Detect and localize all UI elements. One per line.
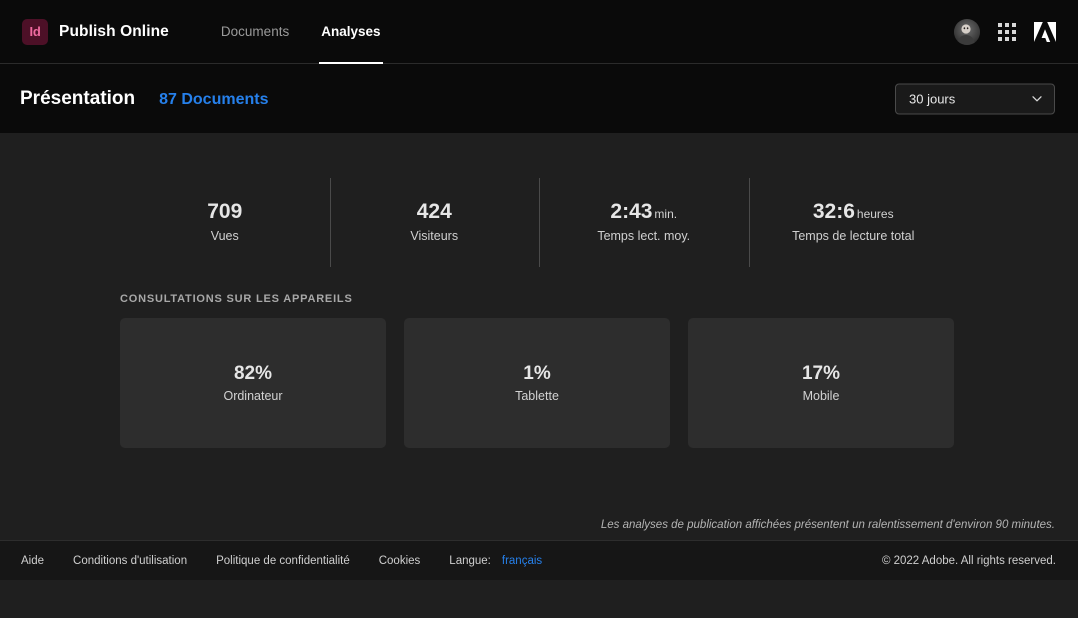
stat-views-number: 709 [207,200,243,223]
tab-documents-label: Documents [220,24,290,39]
tab-documents[interactable]: Documents [219,0,291,64]
grid-dot [1012,30,1016,34]
stat-avg-read-time: 2:43 min. Temps lect. moy. [539,178,749,268]
date-range-value: 30 jours [909,91,956,106]
devices-section-title: CONSULTATIONS SUR LES APPAREILS [120,293,353,306]
device-card-desktop-label: Ordinateur [223,388,283,403]
footer-links: Aide Conditions d'utilisation Politique … [21,555,542,567]
tab-analyses[interactable]: Analyses [319,0,383,64]
grid-dot [998,30,1002,34]
stat-avg-read-time-number: 2:43 [610,200,653,223]
subheader-titles: Présentation 87 Documents [20,88,268,110]
copyright-text: © 2022 Adobe. All rights reserved. [881,554,1056,567]
footer-link-terms[interactable]: Conditions d'utilisation [73,555,187,567]
stat-total-read-time-label: Temps de lecture total [792,229,915,244]
adobe-logo-icon[interactable] [1034,21,1056,43]
language-value-link[interactable]: français [502,555,542,567]
grid-dot [1012,23,1016,27]
stat-views-label: Vues [210,229,239,244]
nav-tabs: Documents Analyses [219,0,383,64]
device-card-mobile: 17% Mobile [688,318,954,449]
stat-visitors: 424 Visiteurs [329,178,540,268]
user-avatar[interactable] [954,19,980,45]
topbar-actions [954,0,1056,64]
main-content: 709 Vues 424 Visiteurs 2:43 min. Temps le… [0,133,1078,540]
date-range-select[interactable]: 30 jours [895,83,1055,114]
stat-total-read-time-number: 32:6 [812,200,855,223]
device-card-desktop: 82% Ordinateur [120,318,386,449]
app-grid-icon[interactable] [998,23,1016,41]
indesign-logo-text: Id [29,24,41,39]
brand-logo-group[interactable]: Id Publish Online [22,18,169,45]
page-subheader: Présentation 87 Documents 30 jours [0,64,1078,133]
footer-link-cookies[interactable]: Cookies [379,555,421,567]
grid-dot [1005,23,1009,27]
stat-avg-read-time-value: 2:43 min. [539,200,749,223]
grid-dot [998,37,1002,41]
chevron-down-icon [1032,96,1042,102]
stat-total-read-time-value: 32:6 heures [749,200,959,223]
grid-dot [998,23,1002,27]
device-card-tablet-percent: 1% [523,363,551,385]
stat-visitors-label: Visiteurs [410,229,459,244]
tab-analyses-label: Analyses [321,24,381,39]
page-footer: Aide Conditions d'utilisation Politique … [0,540,1078,580]
footer-link-help[interactable]: Aide [21,555,44,567]
stat-total-read-time-unit: heures [856,207,894,221]
top-navigation-bar: Id Publish Online Documents Analyses [0,0,1078,64]
page-title: Présentation [20,87,136,109]
language-selector: Langue: français [449,555,542,567]
grid-dot [1012,37,1016,41]
stat-views: 709 Vues [120,178,330,267]
indesign-logo-icon: Id [22,18,48,45]
brand-name-label: Publish Online [59,22,169,40]
stat-total-read-time: 32:6 heures Temps de lecture total [748,178,959,268]
stat-avg-read-time-label: Temps lect. moy. [597,229,691,244]
footer-link-privacy[interactable]: Politique de confidentialité [216,555,350,567]
avatar-photo-icon [954,19,980,45]
grid-dot [1005,37,1009,41]
language-label: Langue: [449,554,491,567]
summary-stats-row: 709 Vues 424 Visiteurs 2:43 min. Temps le… [120,133,959,268]
device-cards-row: 82% Ordinateur 1% Tablette 17% Mobile [120,318,954,449]
stat-views-value: 709 [120,200,330,223]
device-card-mobile-percent: 17% [801,363,841,385]
grid-dot [1005,30,1009,34]
device-card-tablet: 1% Tablette [404,318,670,449]
stat-visitors-value: 424 [330,200,540,223]
document-count-link[interactable]: 87 Documents [159,91,268,109]
adobe-a-glyph [1034,22,1056,42]
stat-avg-read-time-unit: min. [654,207,678,221]
device-card-desktop-percent: 82% [233,363,273,385]
analytics-delay-note: Les analyses de publication affichées pr… [600,519,1055,531]
device-card-mobile-label: Mobile [802,388,840,403]
device-card-tablet-label: Tablette [515,388,559,403]
stat-visitors-number: 424 [416,200,452,223]
